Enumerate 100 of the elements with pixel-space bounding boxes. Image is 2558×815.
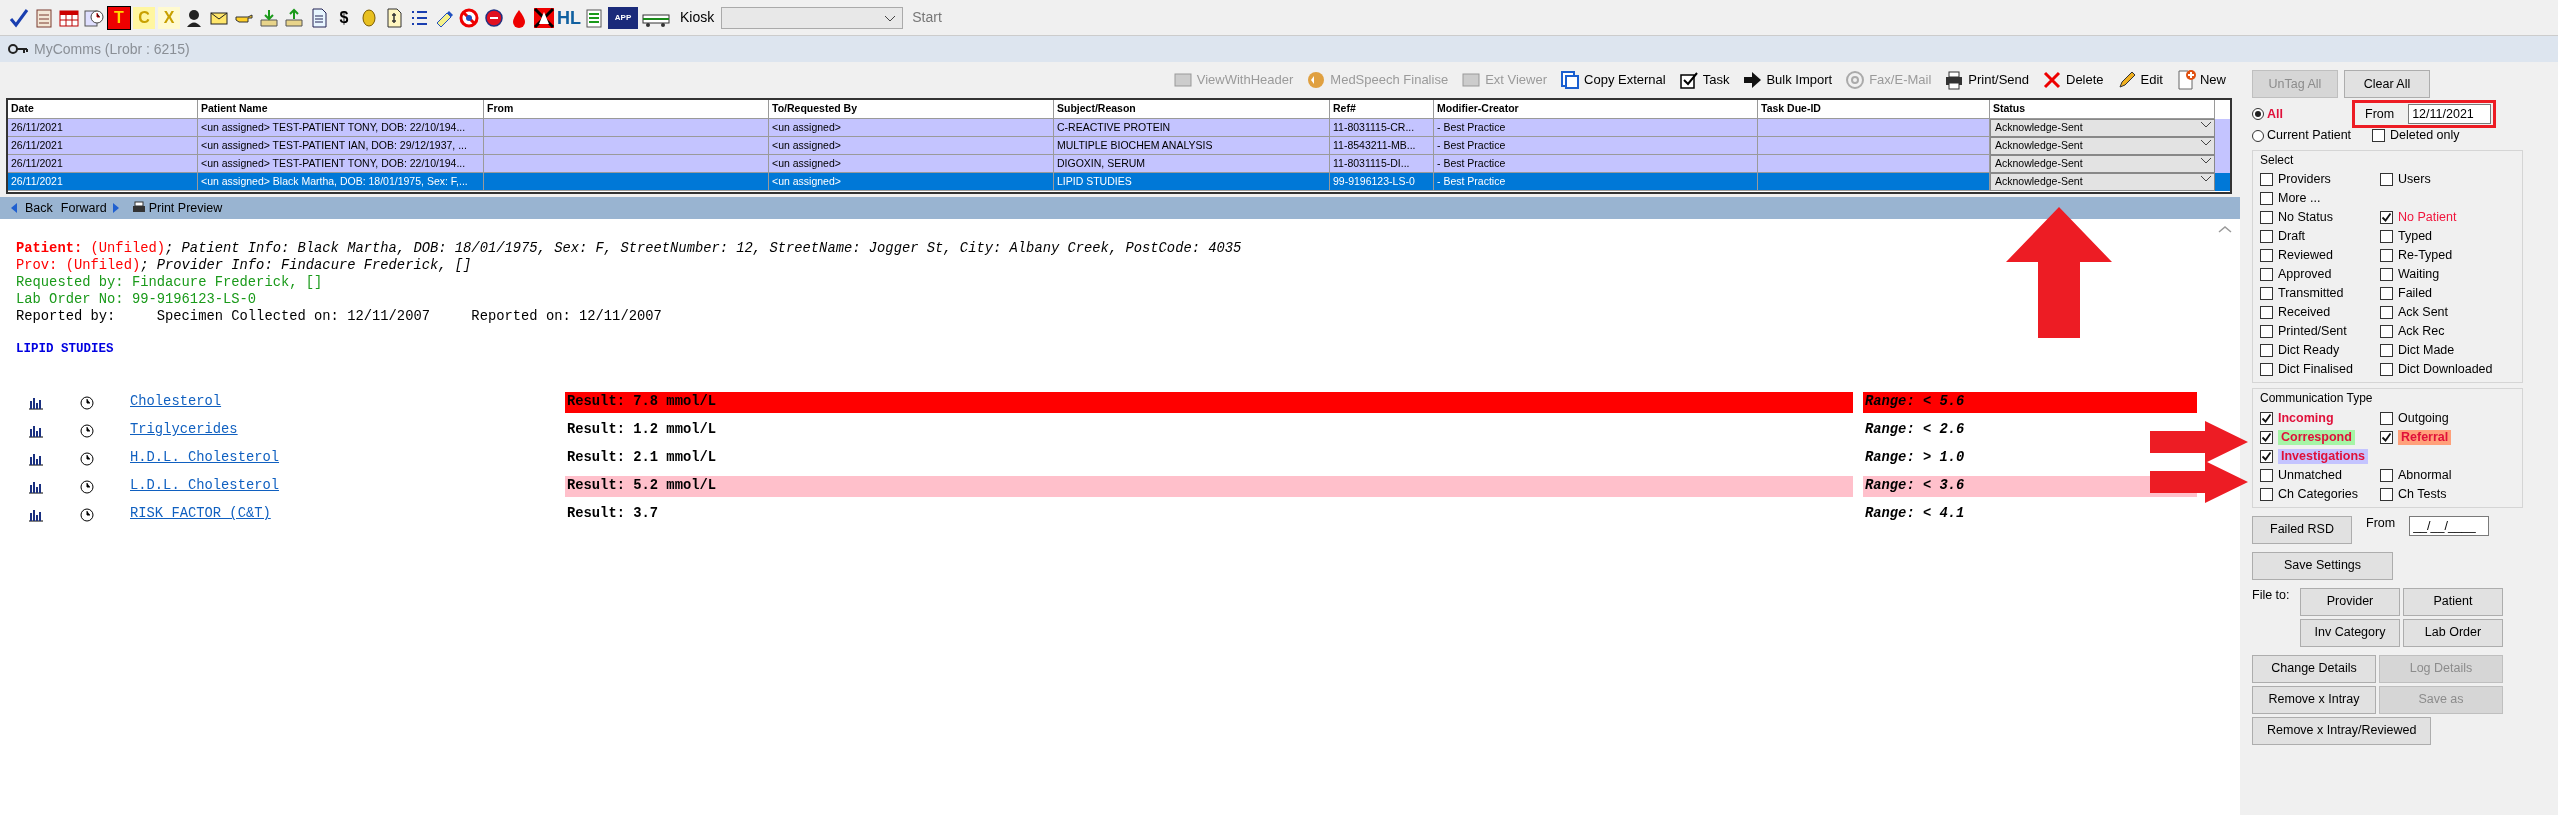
checkbox[interactable] [2260,449,2273,463]
checkbox[interactable] [2380,306,2393,320]
button[interactable]: Change Details [2252,654,2376,683]
checkbox-label[interactable]: Users [2398,172,2431,188]
scroll-up-icon[interactable] [2218,225,2232,234]
checkbox[interactable] [2260,249,2273,263]
checkbox[interactable] [2380,268,2393,282]
crossed-box-icon[interactable] [533,6,555,29]
checkbox[interactable] [2380,173,2393,187]
checkbox-label[interactable]: Printed/Sent [2278,324,2347,340]
table-row[interactable]: 26/11/2021 <un assigned> TEST-PATIENT TONY, DOB: 22/10/194... <un assigned> DIGOXIN, SERUM 11-8031115-DI... - Best Practice Acknowledge-Sent [8,155,2230,173]
toolbar-button[interactable]: Delete [2041,69,2104,91]
status-dropdown[interactable]: Acknowledge-Sent [1990,137,2215,155]
radio-option[interactable]: Current Patient [2252,128,2372,143]
checkbox[interactable] [2380,249,2393,263]
toolbar-button[interactable]: New [2175,69,2226,91]
checkbox-label[interactable]: Ack Sent [2398,305,2449,321]
checkbox-label[interactable]: No Status [2278,210,2333,226]
checkbox[interactable] [2260,287,2273,301]
checkbox[interactable] [2260,230,2273,244]
button[interactable]: Failed RSD [2252,515,2352,544]
toolbar-button[interactable]: Print/Send [1943,69,2029,91]
checkbox[interactable] [2260,325,2273,339]
checkbox[interactable] [2380,487,2393,501]
checkbox[interactable] [2380,468,2393,482]
checkbox-label[interactable]: Providers [2278,172,2331,188]
checkbox[interactable] [2260,306,2273,320]
tray-up-icon[interactable] [283,6,305,29]
checkbox-label[interactable]: Waiting [2398,267,2440,283]
button[interactable]: Lab Order [2403,618,2503,647]
date-field[interactable]: 12/11/2021 [2408,104,2492,124]
clock-icon[interactable] [80,479,94,494]
checkbox-label[interactable]: Outgoing [2398,410,2449,426]
checkbox[interactable] [2260,487,2273,501]
clock-icon[interactable] [80,423,94,438]
dollar-sign[interactable]: $ [333,6,355,29]
checkbox[interactable] [2260,211,2273,225]
button[interactable]: Remove x Intray/Reviewed [2252,716,2432,745]
checkbox[interactable] [2380,363,2393,377]
checkbox-label[interactable]: Transmitted [2278,286,2344,302]
button[interactable]: Inv Category [2300,618,2400,647]
checklist-icon[interactable] [583,6,605,29]
start-button[interactable]: Start [912,7,942,28]
prohibited-icon[interactable] [458,6,480,29]
checkbox[interactable] [2260,430,2273,444]
spellcheck-icon[interactable] [8,6,30,29]
table-row[interactable]: 26/11/2021 <un assigned> Black Martha, DOB: 18/01/1975, Sex: F,... <un assigned> LIPID STUDIES 99-9196123-LS-0 - Best Practice Acknowledge-Sent [8,173,2230,191]
checkbox[interactable] [2380,211,2393,225]
test-link[interactable]: Cholesterol [130,392,565,414]
checkbox-label[interactable]: Dict Ready [2278,343,2340,359]
letter-tile[interactable]: APP [608,6,638,29]
checkbox[interactable] [2260,468,2273,482]
letter-tile[interactable]: HL [558,6,580,29]
checkbox[interactable] [2260,173,2273,187]
checkbox-label[interactable]: Received [2278,305,2331,321]
checkbox-label[interactable]: Draft [2278,229,2306,245]
checkbox-label[interactable]: Unmatched [2278,467,2342,483]
status-dropdown[interactable]: Acknowledge-Sent [1990,173,2215,191]
status-dropdown[interactable]: Acknowledge-Sent [1990,155,2215,173]
button[interactable]: Patient [2403,587,2503,616]
nav-button[interactable]: Print Preview [131,198,223,218]
nav-button[interactable]: Forward [60,198,124,218]
button[interactable]: Remove x Intray [2252,685,2376,714]
checkbox[interactable] [2260,411,2273,425]
checkbox[interactable] [2372,129,2385,142]
date-field[interactable]: __/__/____ [2409,515,2490,536]
checkbox[interactable] [2260,192,2273,206]
toolbar-button[interactable]: Bulk Import [1741,69,1833,91]
toolbar-button[interactable]: Task [1677,69,1730,91]
checkbox-label[interactable]: Dict Finalised [2278,362,2354,378]
checkbox[interactable] [2380,344,2393,358]
button[interactable]: Provider [2300,587,2400,616]
checkbox-label[interactable]: Abnormal [2398,467,2452,483]
nav-button[interactable]: Back [8,198,53,218]
checkbox[interactable] [2380,230,2393,244]
checkbox-label[interactable]: Dict Downloaded [2398,362,2493,378]
stop-icon[interactable] [483,6,505,29]
checkbox[interactable] [2380,287,2393,301]
toolbar-button[interactable]: Edit [2115,69,2163,91]
table-row[interactable]: 26/11/2021 <un assigned> TEST-PATIENT TONY, DOB: 22/10/194... <un assigned> C-REACTIVE PROTEIN 11-8031115-CR... - Best Practice Acknowledge-Sent [8,119,2230,137]
clock-icon[interactable] [80,507,94,522]
checkbox[interactable] [2380,430,2393,444]
checkbox[interactable] [2260,344,2273,358]
checkbox-label[interactable]: More ... [2278,191,2321,207]
checkbox[interactable] [2260,268,2273,282]
checkbox-label[interactable]: Failed [2398,286,2433,302]
test-link[interactable]: RISK FACTOR (C&T) [130,504,565,526]
status-dropdown[interactable]: Acknowledge-Sent [1990,119,2215,137]
checkbox-label[interactable]: Deleted only [2390,128,2460,143]
clock-icon[interactable] [80,451,94,466]
checkbox-label[interactable]: No Patient [2398,210,2457,226]
checkbox-label[interactable]: Incoming [2278,410,2334,426]
button[interactable]: Clear All [2344,70,2430,98]
toolbar-button[interactable]: Copy External [1559,69,1666,91]
checkbox-label[interactable]: Ch Categories [2278,486,2358,502]
checkbox-label[interactable]: Dict Made [2398,343,2455,359]
checkbox-label[interactable]: Typed [2398,229,2433,245]
checkbox-label[interactable]: Correspond [2278,429,2355,445]
checkbox-label[interactable]: Ack Rec [2398,324,2445,340]
checkbox[interactable] [2260,363,2273,377]
